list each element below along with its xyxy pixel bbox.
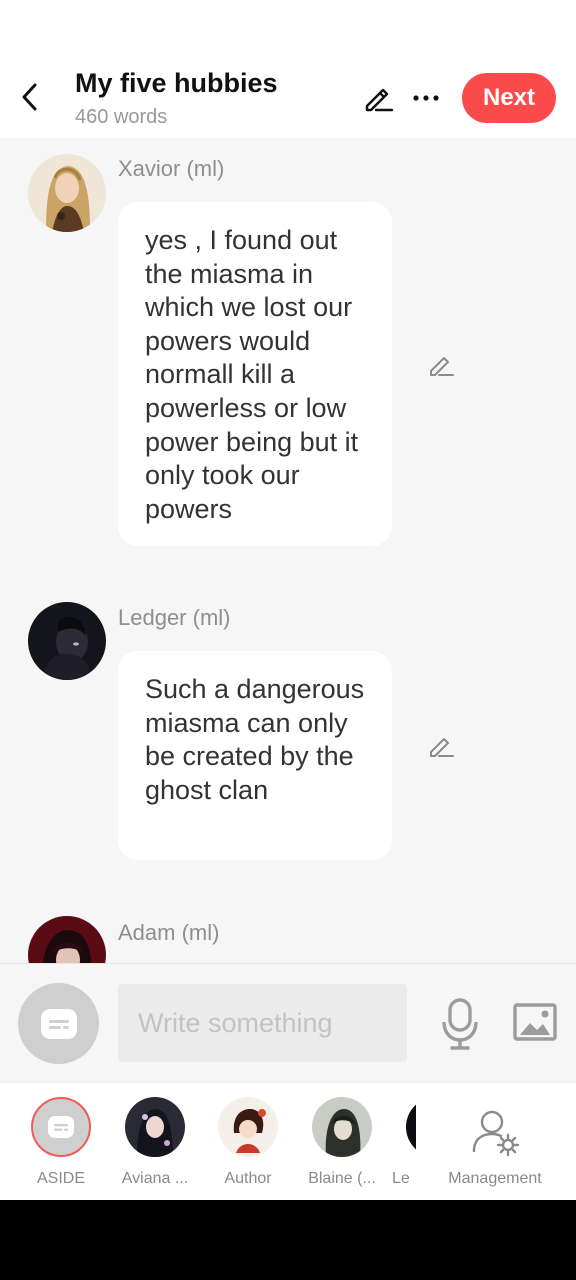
message-input[interactable] xyxy=(118,984,407,1062)
character-aviana[interactable]: Aviana ... xyxy=(107,1097,203,1197)
character-selector: ASIDE Aviana ... Author Blaine (... Le M… xyxy=(0,1082,576,1200)
edit-message-button[interactable] xyxy=(424,348,458,382)
character-author[interactable]: Author xyxy=(200,1097,296,1197)
character-portrait-image xyxy=(125,1097,185,1157)
character-portrait-image xyxy=(218,1097,278,1157)
edit-message-button[interactable] xyxy=(424,729,458,763)
avatar[interactable] xyxy=(28,602,106,680)
pencil-icon xyxy=(365,88,394,112)
character-label: Aviana ... xyxy=(121,1170,189,1187)
status-bar xyxy=(0,0,576,60)
avatar xyxy=(406,1097,416,1157)
image-icon xyxy=(513,1003,557,1041)
avatar xyxy=(125,1097,185,1157)
back-button[interactable] xyxy=(14,80,44,114)
pencil-icon xyxy=(430,357,454,376)
next-button[interactable]: Next xyxy=(462,73,556,123)
page-title: My five hubbies xyxy=(75,68,278,98)
composer-bar xyxy=(0,963,576,1081)
sender-name: Xavior (ml) xyxy=(118,156,225,181)
avatar xyxy=(31,1097,91,1157)
app-screen: My five hubbies 460 words Next Xavior (m… xyxy=(0,0,576,1200)
sender-name: Ledger (ml) xyxy=(118,605,231,630)
character-portrait-image xyxy=(28,602,106,680)
avatar[interactable] xyxy=(28,154,106,232)
character-label: ASIDE xyxy=(36,1170,85,1187)
more-horizontal-icon xyxy=(413,95,439,101)
character-label: Blaine (... xyxy=(308,1170,376,1187)
management-button[interactable]: Management xyxy=(440,1097,550,1197)
word-count: 460 words xyxy=(75,106,168,128)
aside-toggle-button[interactable] xyxy=(18,983,99,1064)
character-le[interactable]: Le xyxy=(388,1097,416,1197)
chat-bubble-icon xyxy=(48,1116,74,1138)
header: My five hubbies 460 words Next xyxy=(0,60,576,138)
avatar xyxy=(218,1097,278,1157)
message-bubble[interactable]: Such a dangerous miasma can only be crea… xyxy=(118,651,392,860)
sender-name: Adam (ml) xyxy=(118,920,220,945)
chat-bubble-icon xyxy=(40,1008,77,1039)
character-blaine[interactable]: Blaine (... xyxy=(294,1097,390,1197)
user-settings-icon xyxy=(472,1110,520,1157)
more-options-button[interactable] xyxy=(408,80,444,116)
edit-story-button[interactable] xyxy=(360,80,396,116)
character-aside[interactable]: ASIDE xyxy=(13,1097,109,1197)
avatar xyxy=(312,1097,372,1157)
character-portrait-image xyxy=(406,1097,416,1157)
character-label: Le xyxy=(392,1170,410,1187)
chevron-left-icon xyxy=(22,83,37,111)
voice-input-button[interactable] xyxy=(440,996,480,1052)
management-label: Management xyxy=(448,1170,542,1187)
character-portrait-image xyxy=(28,154,106,232)
character-label: Author xyxy=(224,1170,272,1187)
message-bubble[interactable]: yes , I found out the miasma in which we… xyxy=(118,202,392,546)
microphone-icon xyxy=(442,998,478,1050)
insert-image-button[interactable] xyxy=(512,1000,558,1044)
pencil-icon xyxy=(430,738,454,757)
character-portrait-image xyxy=(312,1097,372,1157)
